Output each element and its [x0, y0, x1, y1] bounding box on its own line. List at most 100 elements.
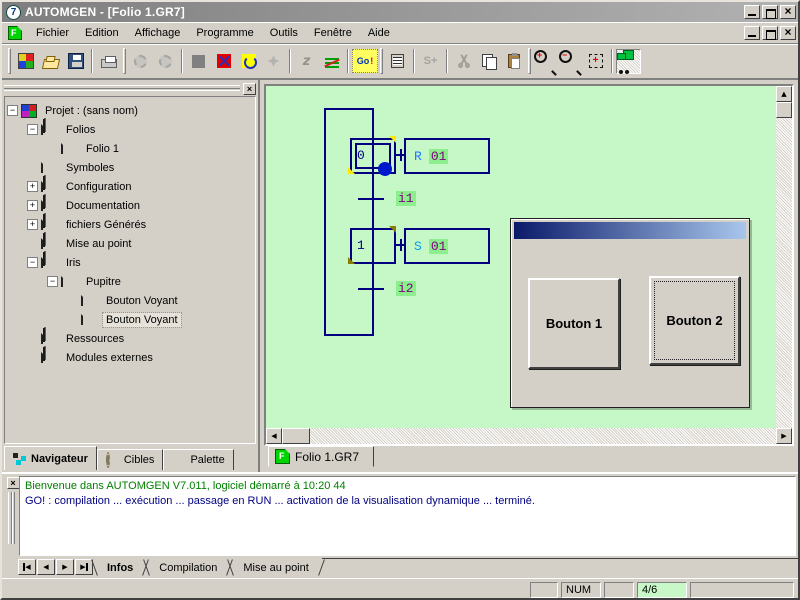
menu-affichage[interactable]: Affichage	[127, 24, 189, 42]
grafcet-canvas[interactable]: 0 R 01 i1	[266, 86, 776, 428]
grafcet-step-1[interactable]: 1	[350, 228, 396, 264]
scroll-up-icon[interactable]	[776, 86, 792, 102]
minimize-button[interactable]	[744, 5, 760, 19]
tab-navigateur[interactable]: Navigateur	[4, 446, 97, 470]
transition-tick[interactable]	[358, 198, 384, 200]
output-close-icon[interactable]	[7, 477, 20, 489]
sleep-button[interactable]: z	[294, 49, 319, 74]
scroll-right-icon[interactable]	[776, 428, 792, 444]
print-button[interactable]	[96, 49, 121, 74]
child-close-button[interactable]	[780, 26, 796, 40]
tree-item-projet[interactable]: Projet : (sans nom)	[7, 101, 253, 120]
list-icon	[391, 54, 404, 68]
prev-tab-icon[interactable]	[37, 559, 55, 575]
log-button[interactable]	[385, 49, 410, 74]
child-minimize-button[interactable]	[744, 26, 760, 40]
document-icon[interactable]	[8, 26, 22, 40]
first-tab-icon[interactable]	[18, 559, 36, 575]
menu-fenetre[interactable]: Fenêtre	[306, 24, 360, 42]
message-list[interactable]: Bienvenue dans AUTOMGEN V7.011, logiciel…	[19, 476, 796, 556]
grafcet-action-1[interactable]: S 01	[404, 228, 490, 264]
panel-grip[interactable]	[4, 85, 240, 92]
zoom-out-icon: −	[563, 54, 578, 69]
cut-button[interactable]	[451, 49, 476, 74]
expand-icon[interactable]	[27, 219, 38, 230]
resources-icon	[41, 330, 43, 344]
horizontal-scrollbar[interactable]	[266, 428, 792, 444]
restore-button[interactable]	[762, 5, 778, 19]
bouton-2[interactable]: Bouton 2	[649, 276, 740, 365]
tab-cibles[interactable]: Cibles	[97, 449, 164, 470]
scroll-left-icon[interactable]	[266, 428, 282, 444]
tree-item-symboles[interactable]: Symboles	[7, 158, 253, 177]
next-tab-icon[interactable]	[56, 559, 74, 575]
toolbar-grip[interactable]	[123, 48, 126, 74]
tree-item-folios[interactable]: Folios	[7, 120, 253, 139]
project-icon	[21, 104, 37, 118]
bouton-1[interactable]: Bouton 1	[528, 278, 620, 369]
tree-item-bouton-voyant-1[interactable]: Bouton Voyant	[7, 291, 253, 310]
tab-palette[interactable]: Palette	[163, 449, 233, 470]
tree-item-iris[interactable]: Iris	[7, 253, 253, 272]
collapse-icon[interactable]	[27, 124, 38, 135]
toolbar-grip[interactable]	[8, 48, 11, 74]
expand-icon[interactable]	[27, 181, 38, 192]
step-button[interactable]	[261, 49, 286, 74]
open-button[interactable]	[38, 49, 63, 74]
expand-icon[interactable]	[27, 200, 38, 211]
tab-infos[interactable]: Infos	[94, 559, 146, 577]
menu-edition[interactable]: Edition	[77, 24, 127, 42]
tree-item-documentation[interactable]: Documentation	[7, 196, 253, 215]
no-run-button[interactable]	[319, 49, 344, 74]
stop-button[interactable]	[186, 49, 211, 74]
toolbar-grip[interactable]	[380, 48, 383, 74]
transition-label-i2[interactable]: i2	[396, 281, 416, 296]
folios-icon	[41, 121, 43, 135]
compile-button[interactable]	[128, 49, 153, 74]
tab-mise-au-point[interactable]: Mise au point	[230, 559, 321, 577]
vertical-scrollbar[interactable]	[776, 86, 792, 428]
last-tab-icon[interactable]	[75, 559, 93, 575]
go-button[interactable]: Go !	[352, 49, 378, 73]
collapse-icon[interactable]	[7, 105, 18, 116]
collapse-icon[interactable]	[47, 276, 58, 287]
paste-button[interactable]	[501, 49, 526, 74]
menu-programme[interactable]: Programme	[188, 24, 261, 42]
grafcet-action-0[interactable]: R 01	[404, 138, 490, 174]
collapse-icon[interactable]	[27, 257, 38, 268]
compile-all-button[interactable]	[153, 49, 178, 74]
output-grip[interactable]	[8, 492, 15, 544]
child-restore-button[interactable]	[762, 26, 778, 40]
tree-item-bouton-voyant-2[interactable]: Bouton Voyant	[7, 310, 253, 329]
zoom-selection-button[interactable]: +	[583, 49, 608, 74]
transition-tick[interactable]	[358, 288, 384, 290]
horizontal-scroll-thumb[interactable]	[282, 428, 310, 444]
tree-item-pupitre[interactable]: Pupitre	[7, 272, 253, 291]
tree-item-mise-au-point[interactable]: Mise au point	[7, 234, 253, 253]
close-button[interactable]	[780, 5, 796, 19]
toolbar-grip[interactable]	[528, 48, 531, 74]
symbol-add-button[interactable]: S+	[418, 49, 443, 74]
reset-button[interactable]	[236, 49, 261, 74]
tree-item-ressources[interactable]: Ressources	[7, 329, 253, 348]
menu-aide[interactable]: Aide	[360, 24, 398, 42]
tree-item-folio1[interactable]: Folio 1	[7, 139, 253, 158]
save-button[interactable]	[63, 49, 88, 74]
halt-button[interactable]	[211, 49, 236, 74]
zoom-out-button[interactable]: −	[558, 49, 583, 74]
panel-close-icon[interactable]	[243, 83, 256, 95]
menu-outils[interactable]: Outils	[262, 24, 306, 42]
new-button[interactable]	[13, 49, 38, 74]
tree-item-configuration[interactable]: Configuration	[7, 177, 253, 196]
simulation-button[interactable]	[616, 49, 641, 74]
transition-label-i1[interactable]: i1	[396, 191, 416, 206]
tree-item-modules-externes[interactable]: Modules externes	[7, 348, 253, 367]
vertical-scroll-thumb[interactable]	[776, 102, 792, 118]
menu-fichier[interactable]: Fichier	[28, 24, 77, 42]
page-icon	[81, 311, 83, 325]
tab-compilation[interactable]: Compilation	[146, 559, 230, 577]
zoom-in-button[interactable]: +	[533, 49, 558, 74]
tree-item-fichiers-generes[interactable]: fichiers Générés	[7, 215, 253, 234]
copy-button[interactable]	[476, 49, 501, 74]
tab-folio1[interactable]: Folio 1.GR7	[268, 446, 374, 467]
